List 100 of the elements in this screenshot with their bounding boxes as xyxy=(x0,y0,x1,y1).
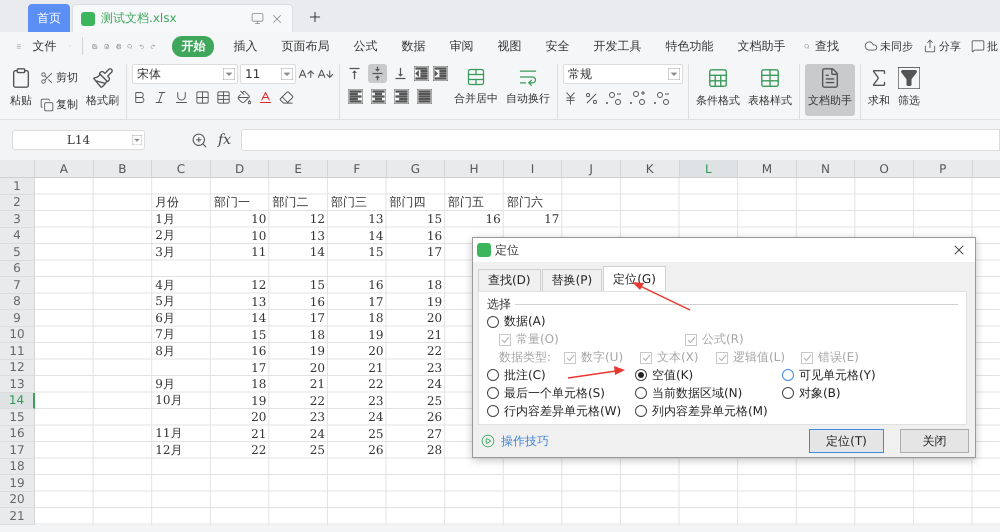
column-header[interactable]: O xyxy=(855,160,914,177)
share-icon[interactable] xyxy=(923,39,938,53)
underline-icon[interactable] xyxy=(174,90,189,105)
ribbon-tab[interactable]: 审阅 xyxy=(444,36,478,56)
ribbon-tab[interactable]: 公式 xyxy=(348,36,382,56)
column-header[interactable]: B xyxy=(94,160,152,177)
row-header[interactable]: 9 xyxy=(0,310,35,326)
ribbon-tab[interactable]: 页面布局 xyxy=(276,36,334,56)
ribbon-tab[interactable]: 数据 xyxy=(396,36,430,56)
toolbar-button[interactable]: 分享 xyxy=(921,36,964,56)
merge-cells-icon[interactable] xyxy=(466,67,486,87)
font-size-select[interactable]: 11 xyxy=(240,64,296,84)
row-header[interactable]: 11 xyxy=(0,343,35,360)
row-header[interactable]: 16 xyxy=(0,426,35,442)
sum-button[interactable]: 求和 xyxy=(866,64,892,116)
table-icon[interactable] xyxy=(759,67,781,89)
comment-icon[interactable] xyxy=(971,39,986,53)
thousands-icon[interactable] xyxy=(605,90,623,106)
caret-icon[interactable] xyxy=(223,68,235,80)
caret-icon[interactable] xyxy=(132,135,142,145)
row-header[interactable]: 18 xyxy=(0,458,35,475)
radio-option[interactable]: 空值(K) xyxy=(635,366,782,384)
filter-button[interactable]: 筛选 xyxy=(896,64,922,116)
column-header[interactable]: C xyxy=(152,160,211,177)
align-right-icon[interactable] xyxy=(394,89,409,104)
conditional-format-button[interactable]: 条件格式 xyxy=(694,64,742,116)
monitor-icon[interactable] xyxy=(251,12,264,25)
radio-option[interactable]: 行内容差异单元格(W) xyxy=(487,402,635,420)
indent-icon[interactable] xyxy=(433,66,448,81)
table-style-button[interactable]: 表格样式 xyxy=(746,64,794,116)
radio-option[interactable]: 对象(B) xyxy=(782,384,932,402)
ribbon-tab[interactable]: 特色功能 xyxy=(660,36,718,56)
toolbar-button[interactable]: 未同步 xyxy=(862,36,916,56)
align-center-icon[interactable] xyxy=(371,89,386,104)
column-header[interactable]: I xyxy=(504,160,562,177)
number-format-select[interactable]: 常规 xyxy=(563,64,683,84)
align-left-icon[interactable] xyxy=(348,89,363,104)
font-name-select[interactable]: 宋体 xyxy=(132,64,238,84)
row-header[interactable]: 13 xyxy=(0,376,35,392)
paste-button[interactable]: 粘贴 xyxy=(8,64,34,116)
ribbon-tab[interactable]: 开发工具 xyxy=(588,36,646,56)
zoom-icon[interactable] xyxy=(191,132,208,148)
row-header[interactable]: 6 xyxy=(0,260,35,277)
row-header[interactable]: 20 xyxy=(0,492,35,508)
column-header[interactable]: M xyxy=(738,160,797,177)
function-label[interactable]: fx xyxy=(218,132,232,148)
doc-assistant-button[interactable]: 文档助手 xyxy=(805,64,855,116)
decrease-decimal-icon[interactable] xyxy=(653,90,671,106)
row-header[interactable]: 1 xyxy=(0,178,35,194)
cell-style-icon[interactable] xyxy=(216,90,231,105)
new-tab-icon[interactable] xyxy=(307,9,323,25)
row-header[interactable]: 17 xyxy=(0,442,35,458)
merge-center-button[interactable]: 合并居中 xyxy=(452,64,500,116)
tips-link[interactable]: 操作技巧 xyxy=(501,432,549,450)
column-header[interactable]: E xyxy=(269,160,328,177)
row-header[interactable]: 2 xyxy=(0,194,35,211)
justify-icon[interactable] xyxy=(417,89,432,104)
ribbon-tab[interactable]: 安全 xyxy=(540,36,574,56)
row-header[interactable]: 8 xyxy=(0,294,35,310)
ribbon-tab[interactable]: 视图 xyxy=(492,36,526,56)
column-header[interactable]: G xyxy=(386,160,446,177)
find-menu[interactable]: 查找 xyxy=(810,36,844,56)
copy-button[interactable]: 复制 xyxy=(38,95,80,114)
row-header[interactable]: 5 xyxy=(0,244,35,260)
radio-option[interactable]: 最后一个单元格(S) xyxy=(487,384,635,402)
column-header[interactable]: D xyxy=(210,160,270,177)
column-header[interactable]: N xyxy=(796,160,856,177)
ribbon-tab[interactable]: 文档助手 xyxy=(732,36,790,56)
cut-button[interactable]: 剪切 xyxy=(38,68,80,87)
radio-option[interactable]: 可见单元格(Y) xyxy=(782,366,932,384)
radio-option[interactable]: 数据(A) xyxy=(487,313,635,330)
border-icon[interactable] xyxy=(195,90,210,105)
play-icon[interactable] xyxy=(481,434,495,448)
caret-icon[interactable] xyxy=(668,68,680,80)
fill-color-icon[interactable] xyxy=(237,90,252,105)
row-header[interactable]: 12 xyxy=(0,360,35,376)
copy-icon[interactable] xyxy=(40,98,54,112)
column-header[interactable]: J xyxy=(562,160,621,177)
font-color-icon[interactable] xyxy=(258,90,273,105)
table-icon[interactable] xyxy=(707,67,729,89)
row-header[interactable]: 15 xyxy=(0,409,35,426)
eraser-icon[interactable] xyxy=(279,90,294,105)
paintbrush-icon[interactable] xyxy=(92,67,114,89)
row-header[interactable]: 10 xyxy=(0,326,35,343)
align-middle-button[interactable] xyxy=(368,64,387,83)
column-header[interactable]: A xyxy=(35,160,94,177)
row-header[interactable]: 21 xyxy=(0,508,35,524)
radio-option[interactable]: 批注(C) xyxy=(487,366,635,384)
radio-option[interactable]: 当前数据区域(N) xyxy=(635,384,782,402)
increase-decimal-icon[interactable] xyxy=(629,90,647,106)
formula-input[interactable] xyxy=(241,129,1000,151)
cloud-icon[interactable] xyxy=(864,39,878,53)
file-menu[interactable]: 文件 xyxy=(28,36,62,56)
percent-icon[interactable] xyxy=(584,90,599,106)
dialog-button[interactable]: 关闭 xyxy=(900,429,969,453)
format-painter-button[interactable]: 格式刷 xyxy=(84,64,121,116)
document-icon[interactable] xyxy=(819,67,841,89)
dialog-button[interactable]: 定位(T) xyxy=(809,429,884,453)
column-header[interactable]: F xyxy=(328,160,387,177)
radio-option[interactable]: 列内容差异单元格(M) xyxy=(635,402,782,420)
